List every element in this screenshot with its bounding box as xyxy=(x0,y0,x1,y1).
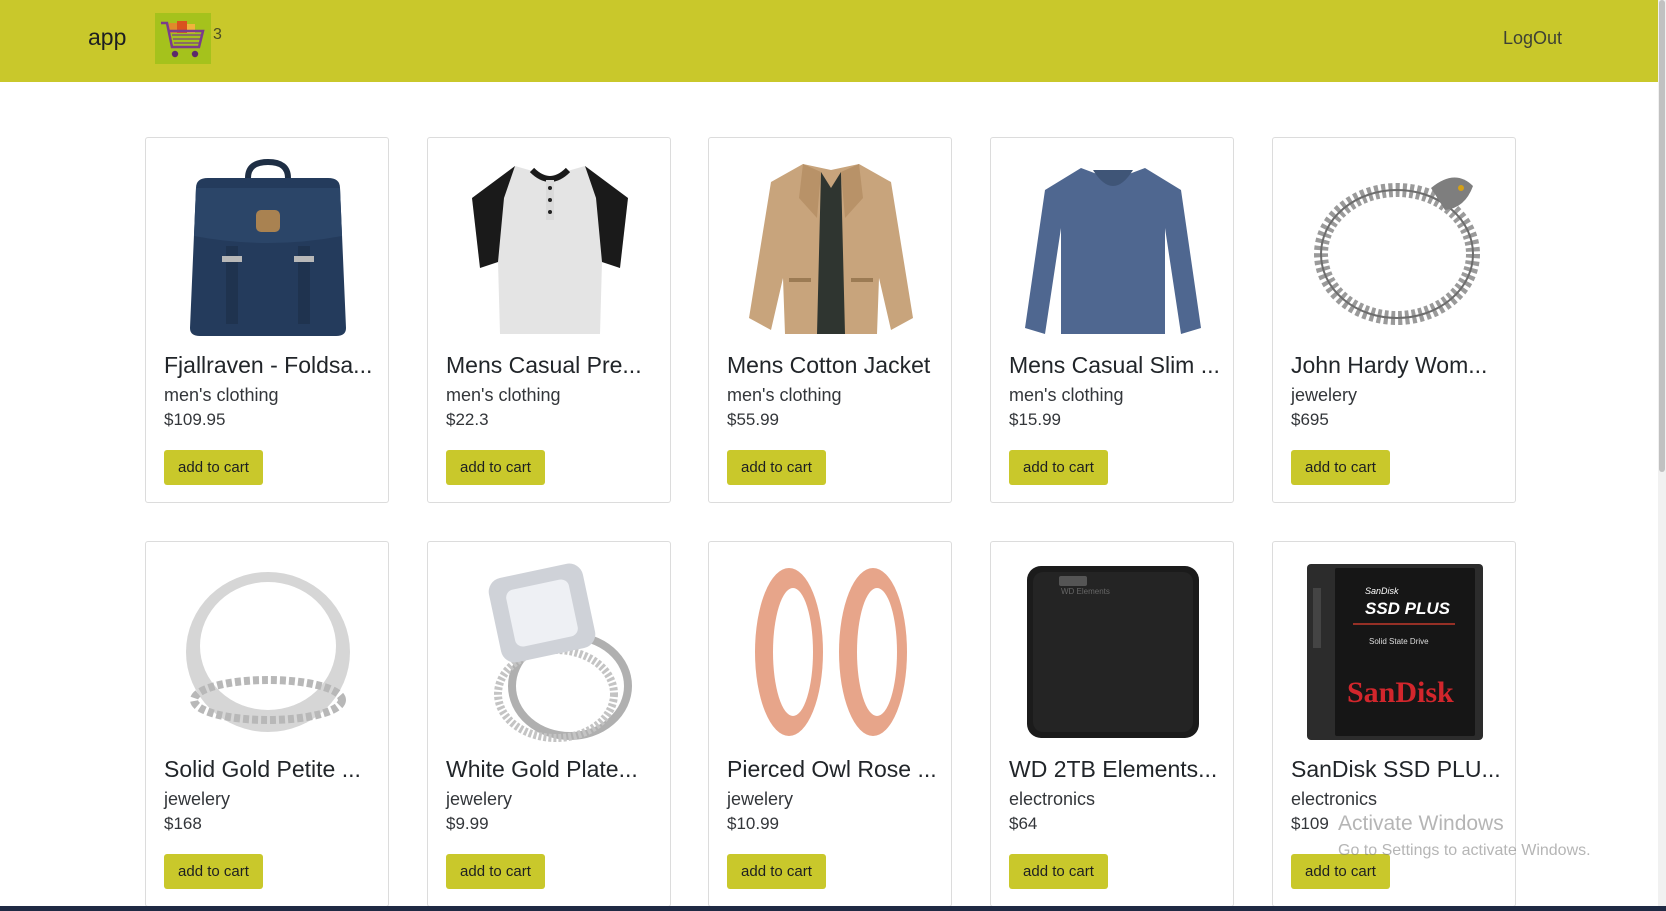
add-to-cart-button[interactable]: add to cart xyxy=(164,450,263,485)
product-price: $22.3 xyxy=(446,410,489,429)
product-price: $109.95 xyxy=(164,410,226,429)
add-to-cart-button[interactable]: add to cart xyxy=(727,854,826,889)
product-card: Pierced Owl Rose ... jewelery $10.99 add… xyxy=(708,541,952,907)
cart-button[interactable] xyxy=(155,13,211,64)
product-price: $64 xyxy=(1009,814,1038,833)
hdd-brand-text: WD Elements xyxy=(1061,587,1110,596)
product-title[interactable]: White Gold Plate... xyxy=(446,756,660,783)
product-title[interactable]: Mens Casual Pre... xyxy=(446,352,660,379)
product-price: $15.99 xyxy=(1009,410,1061,429)
product-card: WD Elements WD 2TB Elements... electroni… xyxy=(990,541,1234,907)
product-category: jewelery xyxy=(727,789,794,809)
product-category: electronics xyxy=(1009,789,1096,809)
add-to-cart-button[interactable]: add to cart xyxy=(446,854,545,889)
product-card: Mens Casual Slim ... men's clothing $15.… xyxy=(990,137,1234,503)
ssd-brand-text: SanDisk xyxy=(1347,676,1454,709)
product-category: men's clothing xyxy=(164,385,279,405)
windows-activation-watermark-title: Activate Windows xyxy=(1338,812,1504,835)
product-title[interactable]: Mens Casual Slim ... xyxy=(1009,352,1223,379)
product-card: Mens Cotton Jacket men's clothing $55.99… xyxy=(708,137,952,503)
add-to-cart-button[interactable]: add to cart xyxy=(164,854,263,889)
product-image-raglan-shirt xyxy=(472,166,628,334)
product-category: men's clothing xyxy=(727,385,842,405)
product-card: Fjallraven - Foldsa... men's clothing $1… xyxy=(145,137,389,503)
shopping-cart-icon[interactable] xyxy=(155,13,211,64)
product-category: jewelery xyxy=(446,789,513,809)
product-title[interactable]: Pierced Owl Rose ... xyxy=(727,756,941,783)
taskbar-edge xyxy=(0,906,1666,911)
product-image-hard-drive: WD Elements xyxy=(1027,566,1199,738)
product-card: Solid Gold Petite ... jewelery $168 add … xyxy=(145,541,389,907)
product-image-engagement-ring xyxy=(488,563,632,742)
navbar: app 3 LogOut xyxy=(0,0,1666,82)
ssd-brand-small: SanDisk xyxy=(1365,586,1399,596)
product-title[interactable]: Solid Gold Petite ... xyxy=(164,756,378,783)
product-title[interactable]: Fjallraven - Foldsa... xyxy=(164,352,378,379)
add-to-cart-button[interactable]: add to cart xyxy=(1009,450,1108,485)
product-category: jewelery xyxy=(1291,385,1358,405)
product-title[interactable]: WD 2TB Elements... xyxy=(1009,756,1223,783)
product-price: $9.99 xyxy=(446,814,489,833)
ssd-model-text: SSD PLUS xyxy=(1365,599,1451,618)
scrollbar-thumb[interactable] xyxy=(1659,0,1665,472)
product-image-ring xyxy=(186,572,350,732)
product-category: electronics xyxy=(1291,789,1378,809)
product-image-backpack xyxy=(190,158,346,336)
product-image-ssd: SanDisk SSD PLUS Solid State Drive SanDi… xyxy=(1307,564,1483,740)
product-title[interactable]: SanDisk SSD PLU... xyxy=(1291,756,1505,783)
add-to-cart-button[interactable]: add to cart xyxy=(1009,854,1108,889)
product-price: $10.99 xyxy=(727,814,779,833)
product-title[interactable]: Mens Cotton Jacket xyxy=(727,352,941,379)
product-card: John Hardy Wom... jewelery $695 add to c… xyxy=(1272,137,1516,503)
product-category: jewelery xyxy=(164,789,231,809)
ssd-subtitle-text: Solid State Drive xyxy=(1369,637,1429,646)
app-brand[interactable]: app xyxy=(88,24,126,51)
page-scrollbar[interactable] xyxy=(1658,0,1666,911)
product-image-jacket xyxy=(749,164,913,334)
windows-activation-watermark-subtitle: Go to Settings to activate Windows. xyxy=(1338,842,1591,859)
product-card: Mens Casual Pre... men's clothing $22.3 … xyxy=(427,137,671,503)
product-image-long-sleeve xyxy=(1025,168,1201,334)
add-to-cart-button[interactable]: add to cart xyxy=(727,450,826,485)
add-to-cart-button[interactable]: add to cart xyxy=(446,450,545,485)
product-card: White Gold Plate... jewelery $9.99 add t… xyxy=(427,541,671,907)
product-price: $109 xyxy=(1291,814,1329,833)
add-to-cart-button[interactable]: add to cart xyxy=(1291,450,1390,485)
product-title[interactable]: John Hardy Wom... xyxy=(1291,352,1505,379)
product-category: men's clothing xyxy=(446,385,561,405)
product-image-bracelet xyxy=(1314,177,1480,325)
product-price: $55.99 xyxy=(727,410,779,429)
product-image-plugs xyxy=(755,568,907,736)
product-category: men's clothing xyxy=(1009,385,1124,405)
product-price: $695 xyxy=(1291,410,1329,429)
logout-link[interactable]: LogOut xyxy=(1503,28,1562,49)
product-price: $168 xyxy=(164,814,202,833)
cart-count-badge: 3 xyxy=(213,26,222,43)
